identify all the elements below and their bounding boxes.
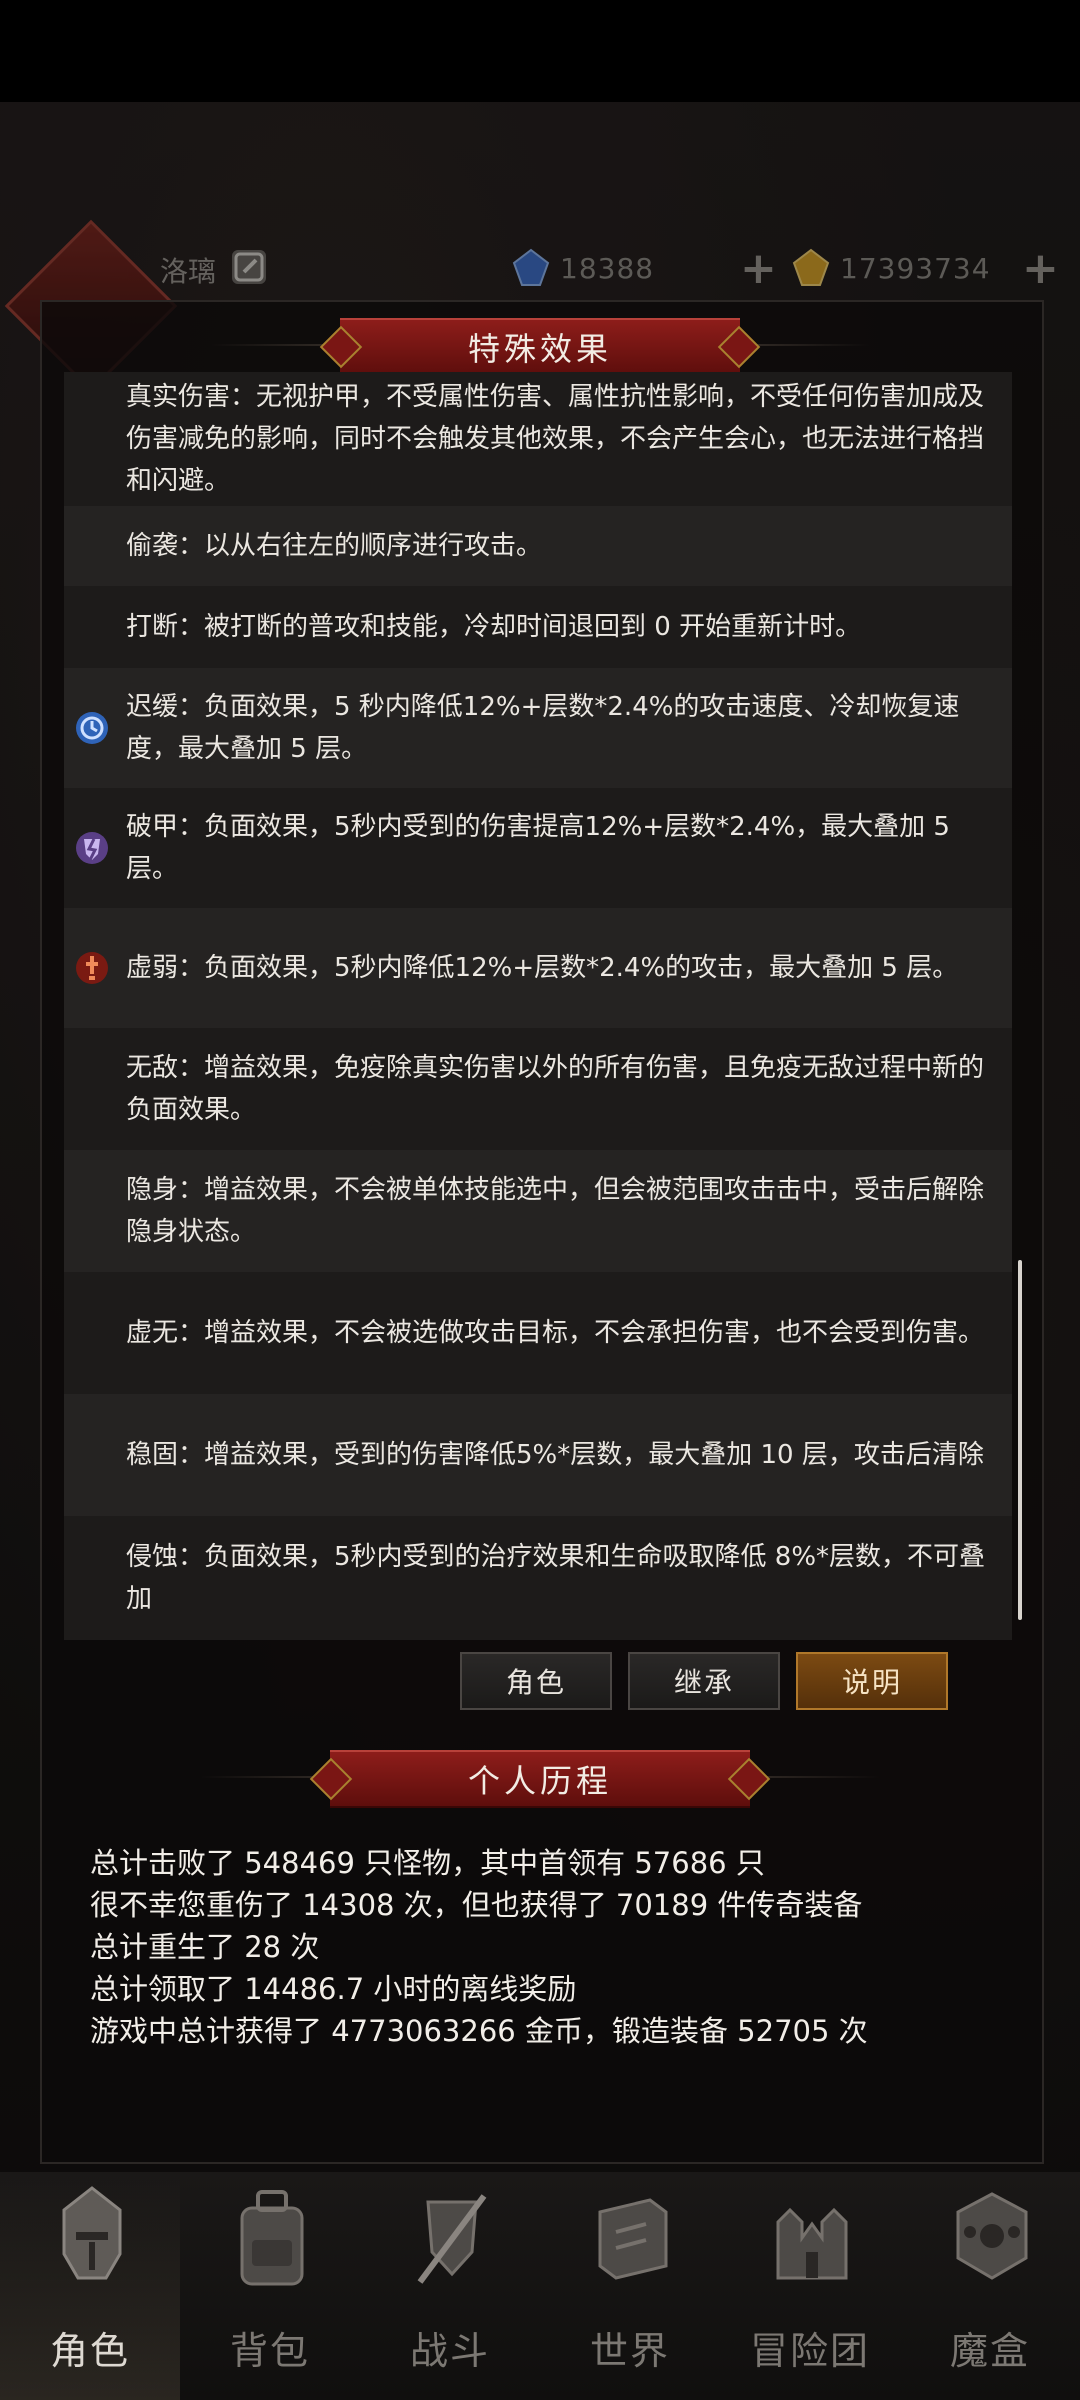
effect-text: 侵蚀：负面效果，5秒内受到的治疗效果和生命吸取降低 8%*层数，不可叠加 (126, 1542, 986, 1614)
effect-row: 偷袭：以从右往左的顺序进行攻击。 (64, 506, 1012, 586)
nav-label: 角色 (49, 2329, 130, 2373)
effect-row: 虚无：增益效果，不会被选做攻击目标，不会承担伤害，也不会受到伤害。 (64, 1272, 1012, 1394)
effect-row: 虚弱：负面效果，5秒内降低12%+层数*2.4%的攻击，最大叠加 5 层。 (64, 908, 1012, 1028)
nav-role[interactable]: 角色 (0, 2172, 180, 2400)
effect-text: 稳固：增益效果，受到的伤害降低5%*层数，最大叠加 10 层，攻击后清除 (126, 1440, 984, 1470)
slow-clock-icon (76, 712, 108, 744)
tab-description[interactable]: 说明 (796, 1652, 948, 1710)
history-title-text: 个人历程 (467, 1762, 612, 1800)
nav-world[interactable]: 世界 (540, 2172, 720, 2400)
nav-label: 冒险团 (749, 2329, 870, 2373)
nav-label: 战斗 (409, 2329, 490, 2373)
effect-row: 隐身：增益效果，不会被单体技能选中，但会被范围攻击击中，受击后解除隐身状态。 (64, 1150, 1012, 1272)
effects-scrollbar[interactable] (1018, 1260, 1022, 1620)
tab-inherit[interactable]: 继承 (628, 1652, 780, 1710)
history-title: 个人历程 (330, 1750, 750, 1808)
history-line: 很不幸您重伤了 14308 次，但也获得了 70189 件传奇装备 (90, 1888, 863, 1922)
effects-title-text: 特殊效果 (467, 330, 612, 368)
history-line: 总计重生了 28 次 (90, 1930, 320, 1964)
magic-box-icon (956, 2192, 1028, 2280)
effects-list[interactable]: 真实伤害：无视护甲，不受属性伤害、属性抗性影响，不受任何伤害加成及伤害减免的影响… (64, 372, 1012, 1640)
swords-shield-icon (417, 2194, 487, 2284)
effect-row: 稳固：增益效果，受到的伤害降低5%*层数，最大叠加 10 层，攻击后清除 (64, 1394, 1012, 1516)
effect-text: 真实伤害：无视护甲，不受属性伤害、属性抗性影响，不受任何伤害加成及伤害减免的影响… (126, 382, 985, 496)
effect-text: 打断：被打断的普攻和技能，冷却时间退回到 0 开始重新计时。 (126, 612, 862, 642)
bottom-nav: 角色 背包 战斗 世界 冒险团 魔盒 (0, 2172, 1080, 2400)
effects-title: 特殊效果 (340, 318, 740, 376)
history-text: 总计击败了 548469 只怪物，其中首领有 57686 只 很不幸您重伤了 1… (90, 1842, 1020, 2052)
history-line: 总计击败了 548469 只怪物，其中首领有 57686 只 (90, 1846, 765, 1880)
effect-row: 无敌：增益效果，免疫除真实伤害以外的所有伤害，且免疫无敌过程中新的负面效果。 (64, 1028, 1012, 1150)
effect-text: 虚弱：负面效果，5秒内降低12%+层数*2.4%的攻击，最大叠加 5 层。 (126, 953, 959, 983)
backpack-icon (240, 2190, 304, 2286)
effect-row: 迟缓：负面效果，5 秒内降低12%+层数*2.4%的攻击速度、冷却恢复速度，最大… (64, 668, 1012, 788)
effect-text: 偷袭：以从右往左的顺序进行攻击。 (126, 531, 543, 561)
nav-label: 世界 (589, 2329, 670, 2373)
history-line: 游戏中总计获得了 4773063266 金币，锻造装备 52705 次 (90, 2014, 868, 2048)
tab-role[interactable]: 角色 (460, 1652, 612, 1710)
effect-row: 真实伤害：无视护甲，不受属性伤害、属性抗性影响，不受任何伤害加成及伤害减免的影响… (64, 372, 1012, 506)
nav-magic-box[interactable]: 魔盒 (900, 2172, 1080, 2400)
history-line: 总计领取了 14486.7 小时的离线奖励 (90, 1972, 577, 2006)
status-bar (0, 0, 1080, 102)
nav-backpack[interactable]: 背包 (180, 2172, 360, 2400)
effect-row: 破甲：负面效果，5秒内受到的伤害提高12%+层数*2.4%，最大叠加 5 层。 (64, 788, 1012, 908)
effect-text: 破甲：负面效果，5秒内受到的伤害提高12%+层数*2.4%，最大叠加 5 层。 (126, 812, 950, 884)
weak-sword-icon (76, 952, 108, 984)
nav-label: 背包 (229, 2329, 310, 2373)
helmet-icon (62, 2186, 122, 2280)
nav-adventure-group[interactable]: 冒险团 (720, 2172, 900, 2400)
effect-text: 迟缓：负面效果，5 秒内降低12%+层数*2.4%的攻击速度、冷却恢复速度，最大… (126, 692, 960, 764)
effect-text: 无敌：增益效果，免疫除真实伤害以外的所有伤害，且免疫无敌过程中新的负面效果。 (126, 1053, 985, 1125)
broken-shield-icon (76, 832, 108, 864)
effect-text: 虚无：增益效果，不会被选做攻击目标，不会承担伤害，也不会受到伤害。 (126, 1318, 985, 1348)
effect-text: 隐身：增益效果，不会被单体技能选中，但会被范围攻击击中，受击后解除隐身状态。 (126, 1175, 985, 1247)
castle-icon (776, 2207, 848, 2280)
nav-battle[interactable]: 战斗 (360, 2172, 540, 2400)
effect-row: 侵蚀：负面效果，5秒内受到的治疗效果和生命吸取降低 8%*层数，不可叠加 (64, 1516, 1012, 1640)
map-scroll-icon (598, 2198, 668, 2280)
nav-label: 魔盒 (949, 2329, 1030, 2373)
effect-row: 打断：被打断的普攻和技能，冷却时间退回到 0 开始重新计时。 (64, 586, 1012, 668)
